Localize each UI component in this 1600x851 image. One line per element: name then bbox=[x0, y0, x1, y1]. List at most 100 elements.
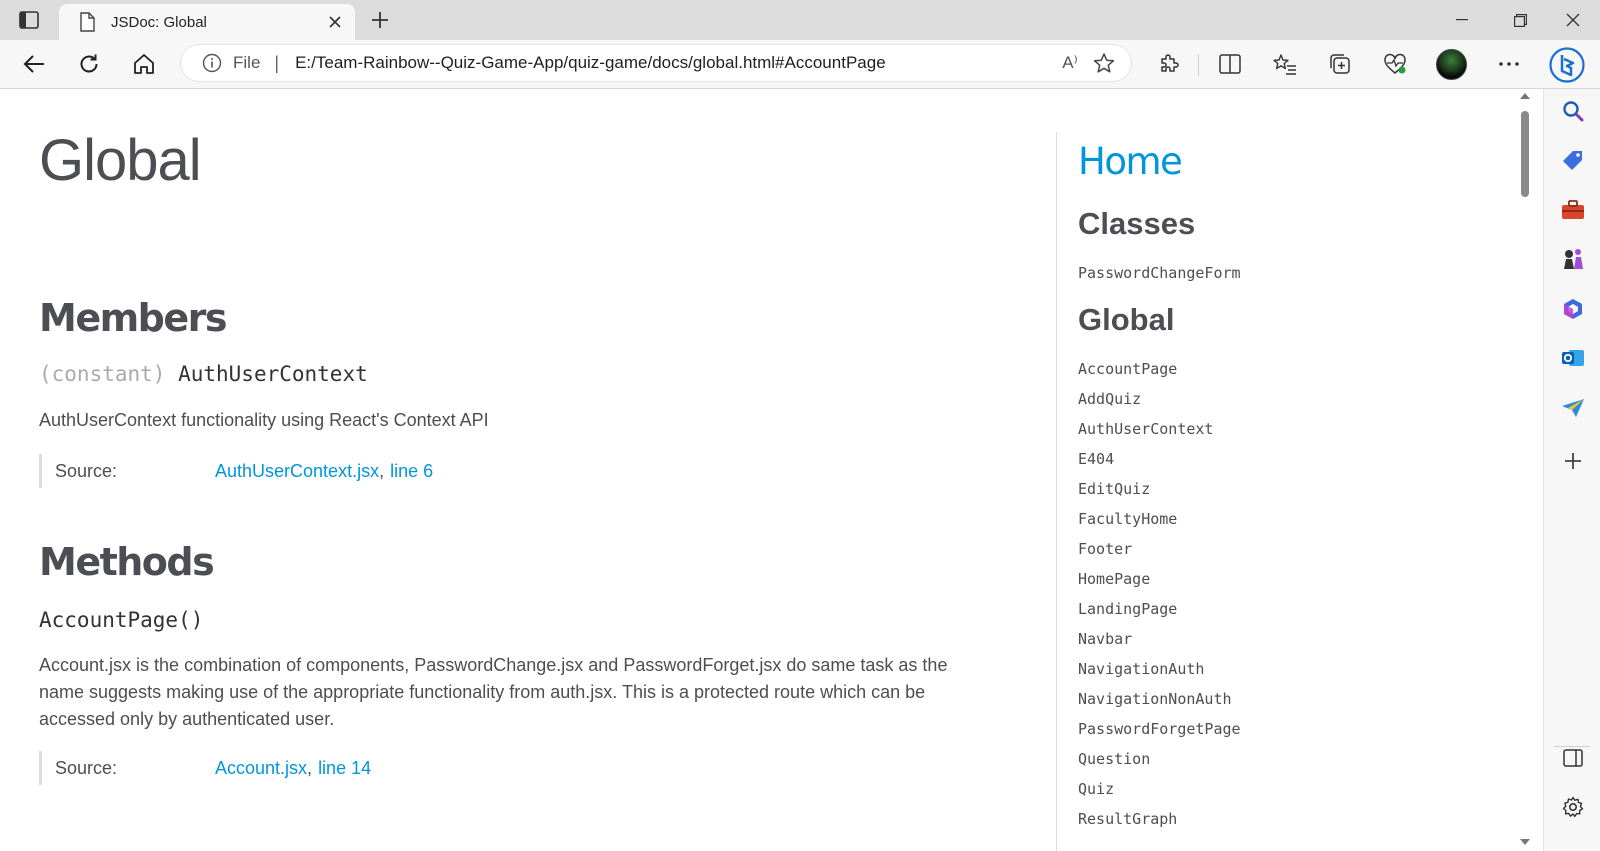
collections-button[interactable] bbox=[1323, 48, 1357, 80]
scroll-thumb[interactable] bbox=[1521, 111, 1529, 197]
sidebar-games-button[interactable] bbox=[1556, 242, 1590, 276]
site-info-icon[interactable] bbox=[201, 52, 223, 74]
read-aloud-icon[interactable]: A⁾ bbox=[1053, 48, 1087, 78]
nav-global-link[interactable]: AccountPage bbox=[1078, 360, 1177, 378]
back-button[interactable] bbox=[17, 48, 51, 80]
source-line-link[interactable]: line 6 bbox=[390, 461, 433, 482]
page-scrollbar[interactable] bbox=[1517, 89, 1533, 851]
member-name: AuthUserContext bbox=[178, 362, 368, 386]
sidebar-tools-button[interactable] bbox=[1556, 193, 1590, 227]
nav-global-link[interactable]: EditQuiz bbox=[1078, 480, 1150, 498]
methods-heading: Methods bbox=[39, 540, 215, 584]
source-line-link[interactable]: line 14 bbox=[318, 758, 371, 779]
nav-global-link[interactable]: Footer bbox=[1078, 540, 1132, 558]
new-tab-button[interactable] bbox=[364, 6, 396, 34]
docs-nav: Home Classes PasswordChangeForm Global A… bbox=[1056, 132, 1496, 851]
source-comma: , bbox=[379, 460, 385, 481]
nav-global-link[interactable]: Quiz bbox=[1078, 780, 1114, 798]
refresh-button[interactable] bbox=[72, 48, 106, 80]
restore-icon bbox=[1513, 13, 1527, 27]
nav-global-link[interactable]: Navbar bbox=[1078, 630, 1132, 648]
nav-global-link[interactable]: NavigationAuth bbox=[1078, 660, 1204, 678]
nav-global-link[interactable]: AuthUserContext bbox=[1078, 420, 1213, 438]
sidebar-settings-button[interactable] bbox=[1556, 790, 1590, 824]
split-screen-icon bbox=[1219, 54, 1241, 74]
page-viewport: Global Members (constant) AuthUserContex… bbox=[0, 89, 1543, 851]
source-file-link[interactable]: AuthUserContext.jsx bbox=[215, 461, 379, 482]
add-favorite-button[interactable] bbox=[1087, 48, 1121, 78]
tab-close-button[interactable] bbox=[321, 8, 349, 36]
send-icon bbox=[1562, 399, 1584, 417]
split-screen-button[interactable] bbox=[1213, 48, 1247, 80]
source-comma: , bbox=[307, 757, 313, 778]
copilot-button[interactable] bbox=[1547, 45, 1587, 85]
more-horizontal-icon bbox=[1499, 62, 1519, 66]
nav-global-link[interactable]: E404 bbox=[1078, 450, 1114, 468]
scroll-up-arrow-icon[interactable] bbox=[1520, 93, 1530, 99]
scroll-down-arrow-icon[interactable] bbox=[1520, 839, 1530, 845]
gear-icon bbox=[1562, 796, 1584, 818]
nav-global-link[interactable]: HomePage bbox=[1078, 570, 1150, 588]
shopping-tag-icon bbox=[1563, 151, 1582, 170]
refresh-icon bbox=[80, 54, 98, 73]
plus-icon bbox=[372, 12, 388, 28]
minimize-icon bbox=[1456, 19, 1468, 21]
nav-home-link[interactable]: Home bbox=[1078, 140, 1183, 183]
nav-global-link[interactable]: ResultGraph bbox=[1078, 810, 1177, 828]
collections-icon bbox=[1330, 54, 1350, 74]
chess-pieces-icon bbox=[1564, 249, 1583, 269]
url-text[interactable]: E:/Team-Rainbow--Quiz-Game-App/quiz-game… bbox=[295, 53, 1053, 73]
member-source: Source: AuthUserContext.jsx, line 6 bbox=[39, 454, 433, 488]
sidebar-shopping-button[interactable] bbox=[1556, 143, 1590, 177]
address-bar[interactable]: File | E:/Team-Rainbow--Quiz-Game-App/qu… bbox=[180, 44, 1132, 82]
nav-global-link[interactable]: LandingPage bbox=[1078, 600, 1177, 618]
member-signature: (constant) AuthUserContext bbox=[39, 362, 368, 386]
profile-avatar[interactable] bbox=[1436, 49, 1467, 80]
plus-icon bbox=[1565, 453, 1581, 469]
source-file-link[interactable]: Account.jsx bbox=[215, 758, 307, 779]
sidebar-drop-button[interactable] bbox=[1556, 391, 1590, 425]
settings-more-button[interactable] bbox=[1492, 48, 1526, 80]
minimize-button[interactable] bbox=[1433, 0, 1491, 40]
sidebar-add-button[interactable] bbox=[1556, 444, 1590, 478]
tab-actions-icon bbox=[19, 11, 39, 29]
browser-essentials-button[interactable] bbox=[1378, 48, 1412, 80]
members-heading: Members bbox=[39, 296, 228, 340]
scheme-label: File bbox=[233, 53, 261, 72]
sidebar-search-button[interactable] bbox=[1556, 94, 1590, 128]
nav-global-link[interactable]: Question bbox=[1078, 750, 1150, 768]
tab-strip: JSDoc: Global bbox=[0, 0, 1600, 40]
nav-global-link[interactable]: NavigationNonAuth bbox=[1078, 690, 1232, 708]
nav-global-link[interactable]: FacultyHome bbox=[1078, 510, 1177, 528]
sidebar-hide-button[interactable] bbox=[1556, 741, 1590, 775]
sidebar-panel-icon bbox=[1563, 749, 1583, 767]
method-source: Source: Account.jsx, line 14 bbox=[39, 751, 371, 785]
toolbox-icon bbox=[1562, 200, 1584, 219]
favorites-button[interactable] bbox=[1268, 48, 1302, 80]
edge-sidebar bbox=[1543, 89, 1600, 851]
nav-class-link[interactable]: PasswordChangeForm bbox=[1078, 264, 1241, 282]
source-label: Source: bbox=[55, 757, 118, 778]
page-title: Global bbox=[39, 128, 202, 193]
close-icon bbox=[329, 16, 341, 28]
member-description: AuthUserContext functionality using Reac… bbox=[39, 410, 489, 430]
home-button[interactable] bbox=[127, 48, 161, 80]
tab-actions-button[interactable] bbox=[10, 6, 48, 34]
heart-pulse-icon bbox=[1384, 53, 1406, 74]
sidebar-outlook-button[interactable] bbox=[1556, 341, 1590, 375]
copilot-icon bbox=[1549, 47, 1585, 83]
nav-global-link[interactable]: AddQuiz bbox=[1078, 390, 1141, 408]
nav-global-link[interactable]: PasswordForgetPage bbox=[1078, 720, 1241, 738]
toolbar-divider bbox=[1198, 54, 1199, 76]
close-window-button[interactable] bbox=[1544, 0, 1600, 40]
restore-button[interactable] bbox=[1491, 0, 1549, 40]
sidebar-m365-button[interactable] bbox=[1556, 292, 1590, 326]
browser-tab-active[interactable]: JSDoc: Global bbox=[59, 4, 355, 40]
nav-classes-heading: Classes bbox=[1078, 206, 1196, 241]
star-icon bbox=[1093, 53, 1115, 73]
extensions-button[interactable] bbox=[1152, 48, 1186, 80]
outlook-icon bbox=[1562, 350, 1584, 366]
browser-toolbar: File | E:/Team-Rainbow--Quiz-Game-App/qu… bbox=[0, 40, 1600, 89]
tab-title: JSDoc: Global bbox=[111, 13, 207, 31]
member-attribute: (constant) bbox=[39, 362, 166, 386]
